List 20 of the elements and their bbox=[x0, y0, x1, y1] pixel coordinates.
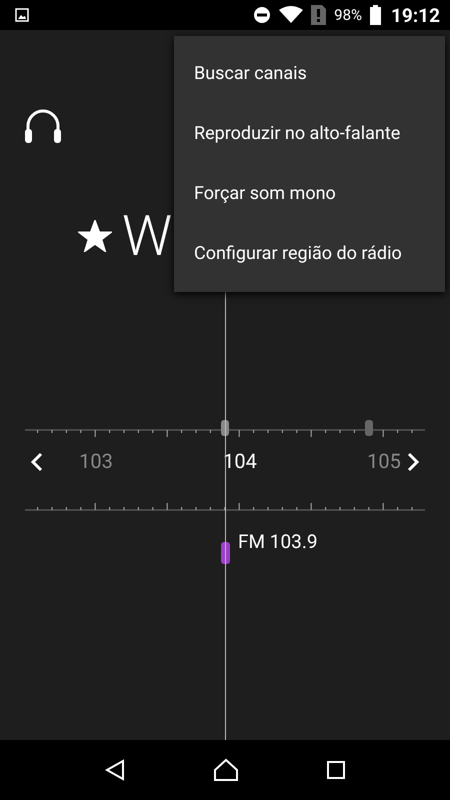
station-name: W bbox=[122, 208, 172, 264]
do-not-disturb-icon bbox=[253, 6, 272, 24]
back-icon[interactable] bbox=[104, 759, 126, 781]
battery-percentage: 98% bbox=[334, 6, 362, 24]
star-icon[interactable] bbox=[78, 220, 112, 252]
image-icon bbox=[15, 8, 29, 22]
home-icon[interactable] bbox=[212, 758, 239, 782]
menu-item[interactable]: Reproduzir no alto-falante bbox=[174, 104, 445, 164]
clock: 19:12 bbox=[391, 4, 440, 26]
headphones-icon[interactable] bbox=[23, 108, 63, 144]
menu-item[interactable]: Forçar som mono bbox=[174, 164, 445, 224]
recents-icon[interactable] bbox=[326, 760, 346, 780]
battery-icon bbox=[370, 5, 382, 25]
frequency: FM 103.9 bbox=[238, 530, 318, 553]
menu-item[interactable]: Configurar região do rádio bbox=[174, 224, 445, 284]
wifi-icon bbox=[279, 6, 304, 24]
menu-item[interactable]: Buscar canais bbox=[174, 44, 445, 104]
frequency-label: 103 bbox=[79, 449, 113, 473]
sim-alert-icon bbox=[311, 5, 326, 25]
frequency-label: 105 bbox=[367, 449, 401, 473]
